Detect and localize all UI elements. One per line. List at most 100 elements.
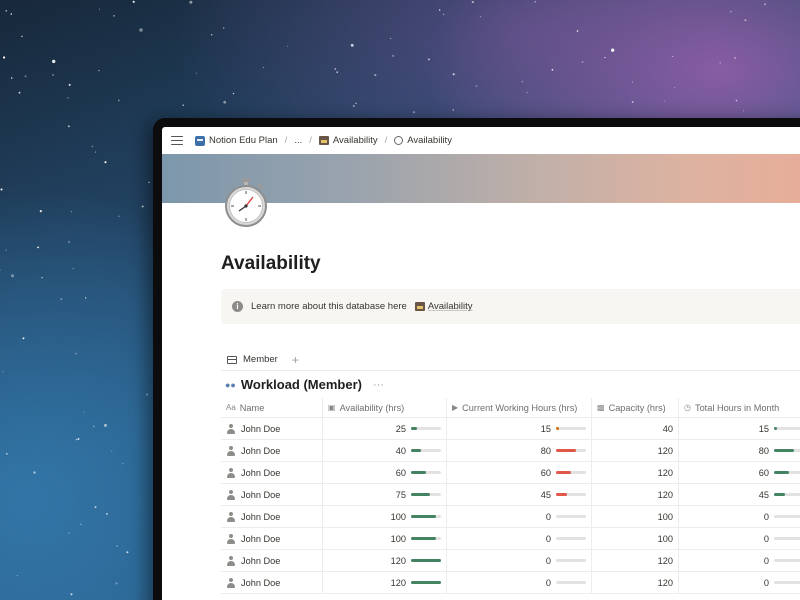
name-cell[interactable]: John Doe <box>221 484 323 505</box>
group-title[interactable]: Workload (Member) <box>241 377 362 392</box>
column-header-current-hours[interactable]: ▶ Current Working Hours (hrs) <box>447 398 592 417</box>
capacity-cell[interactable]: 120 <box>592 550 679 571</box>
group-header: ●● Workload (Member) ··· <box>225 377 384 392</box>
current-hours-cell[interactable]: 80 <box>447 440 592 461</box>
name-cell[interactable]: John Doe <box>221 528 323 549</box>
tab-member[interactable]: Member <box>243 354 278 365</box>
current-hours-progress-bar <box>556 559 586 562</box>
total-hours-progress-bar <box>774 559 800 562</box>
table-row[interactable]: John Doe 120 0 120 0 <box>221 550 800 572</box>
availability-cell[interactable]: 100 <box>323 528 447 549</box>
text-property-icon: Aa <box>226 403 236 412</box>
availability-cell[interactable]: 120 <box>323 572 447 593</box>
breadcrumb-availability-db[interactable]: Availability <box>318 135 378 146</box>
info-icon: i <box>232 301 243 312</box>
current-hours-progress-bar <box>556 449 586 452</box>
table-body: John Doe 25 15 40 15 John Doe 40 80 120 80 John Do… <box>221 418 800 594</box>
current-hours-cell[interactable]: 0 <box>447 506 592 527</box>
current-hours-cell[interactable]: 0 <box>447 550 592 571</box>
breadcrumb-availability-page[interactable]: Availability <box>394 135 452 146</box>
sidebar-menu-icon[interactable] <box>171 135 183 146</box>
total-hours-cell[interactable]: 0 <box>679 572 800 593</box>
current-hours-cell[interactable]: 60 <box>447 462 592 483</box>
availability-cell[interactable]: 75 <box>323 484 447 505</box>
availability-cell[interactable]: 120 <box>323 550 447 571</box>
availability-progress-bar <box>411 581 441 584</box>
breadcrumb-separator: / <box>284 135 288 146</box>
total-hours-progress-bar <box>774 515 800 518</box>
name-cell[interactable]: John Doe <box>221 418 323 439</box>
total-hours-progress-bar <box>774 449 800 452</box>
name-cell[interactable]: John Doe <box>221 440 323 461</box>
current-hours-progress-bar <box>556 427 586 430</box>
person-icon <box>226 423 236 434</box>
stopwatch-icon <box>394 136 404 145</box>
total-hours-progress-bar <box>774 537 800 540</box>
table-row[interactable]: John Doe 75 45 120 45 <box>221 484 800 506</box>
table-row[interactable]: John Doe 100 0 100 0 <box>221 506 800 528</box>
total-hours-progress-bar <box>774 427 800 430</box>
notion-window: Notion Edu Plan / ... / Availability / A… <box>162 127 800 600</box>
total-hours-cell[interactable]: 80 <box>679 440 800 461</box>
capacity-cell[interactable]: 120 <box>592 484 679 505</box>
column-header-capacity[interactable]: ▩ Capacity (hrs) <box>592 398 679 417</box>
callout-text: Learn more about this database here <box>251 301 407 312</box>
column-header-total-hours[interactable]: ◷ Total Hours in Month <box>679 398 800 417</box>
breadcrumb-workspace[interactable]: Notion Edu Plan <box>195 135 278 146</box>
capacity-cell[interactable]: 120 <box>592 462 679 483</box>
people-icon: ●● <box>225 379 236 390</box>
breadcrumb-ellipsis[interactable]: ... <box>294 135 302 146</box>
name-cell[interactable]: John Doe <box>221 506 323 527</box>
add-view-button[interactable]: + <box>292 353 299 367</box>
total-hours-cell[interactable]: 0 <box>679 506 800 527</box>
current-hours-progress-bar <box>556 471 586 474</box>
total-hours-cell[interactable]: 0 <box>679 528 800 549</box>
total-hours-cell[interactable]: 45 <box>679 484 800 505</box>
page-title[interactable]: Availability <box>221 253 321 275</box>
table-header: Aa Name ▣ Availability (hrs) ▶ Current W… <box>221 398 800 418</box>
table-row[interactable]: John Doe 40 80 120 80 <box>221 440 800 462</box>
table-row[interactable]: John Doe 60 60 120 60 <box>221 462 800 484</box>
callout-link[interactable]: Availability <box>414 301 473 312</box>
rollup-icon: ▶ <box>452 403 459 412</box>
name-cell[interactable]: John Doe <box>221 572 323 593</box>
workload-table: Aa Name ▣ Availability (hrs) ▶ Current W… <box>221 398 800 594</box>
table-row[interactable]: John Doe 100 0 100 0 <box>221 528 800 550</box>
table-row[interactable]: John Doe 25 15 40 15 <box>221 418 800 440</box>
more-options-button[interactable]: ··· <box>373 379 384 391</box>
stopwatch-page-icon[interactable] <box>222 177 270 227</box>
formula-icon: ▣ <box>328 403 336 412</box>
box-icon <box>414 302 425 311</box>
availability-cell[interactable]: 40 <box>323 440 447 461</box>
select-icon: ▩ <box>597 403 605 412</box>
person-icon <box>226 511 236 522</box>
current-hours-cell[interactable]: 15 <box>447 418 592 439</box>
name-cell[interactable]: John Doe <box>221 462 323 483</box>
total-hours-cell[interactable]: 15 <box>679 418 800 439</box>
total-hours-progress-bar <box>774 581 800 584</box>
capacity-cell[interactable]: 100 <box>592 528 679 549</box>
table-row[interactable]: John Doe 120 0 120 0 <box>221 572 800 594</box>
name-cell[interactable]: John Doe <box>221 550 323 571</box>
capacity-cell[interactable]: 120 <box>592 440 679 461</box>
notion-app-icon <box>195 135 205 146</box>
capacity-cell[interactable]: 120 <box>592 572 679 593</box>
total-hours-cell[interactable]: 0 <box>679 550 800 571</box>
total-hours-progress-bar <box>774 493 800 496</box>
capacity-cell[interactable]: 40 <box>592 418 679 439</box>
availability-progress-bar <box>411 559 441 562</box>
column-header-availability[interactable]: ▣ Availability (hrs) <box>323 398 447 417</box>
availability-cell[interactable]: 60 <box>323 462 447 483</box>
availability-progress-bar <box>411 515 441 518</box>
availability-cell[interactable]: 25 <box>323 418 447 439</box>
person-icon <box>226 577 236 588</box>
current-hours-cell[interactable]: 0 <box>447 572 592 593</box>
capacity-cell[interactable]: 100 <box>592 506 679 527</box>
current-hours-cell[interactable]: 0 <box>447 528 592 549</box>
availability-cell[interactable]: 100 <box>323 506 447 527</box>
availability-progress-bar <box>411 537 441 540</box>
column-header-name[interactable]: Aa Name <box>221 398 323 417</box>
current-hours-cell[interactable]: 45 <box>447 484 592 505</box>
total-hours-cell[interactable]: 60 <box>679 462 800 483</box>
person-icon <box>226 489 236 500</box>
